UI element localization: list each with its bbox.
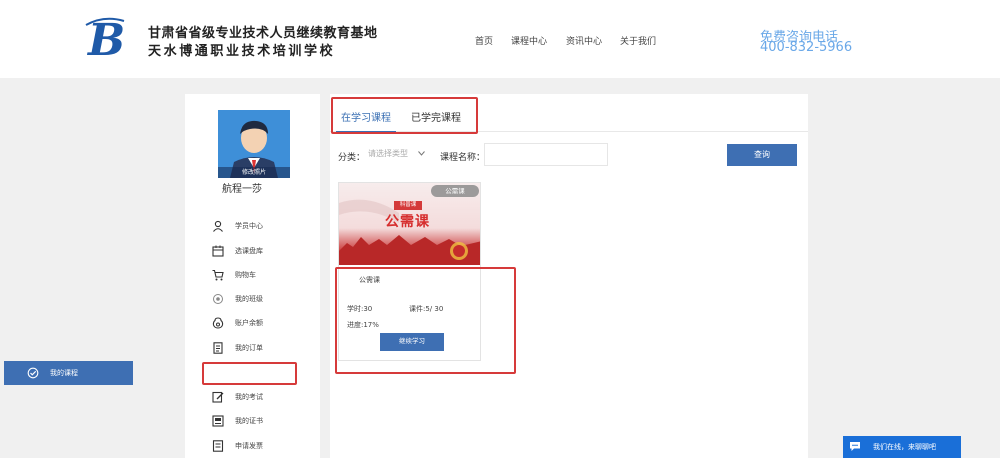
sidebar-item-my-class[interactable]: 我的班级: [185, 287, 320, 311]
nav-about[interactable]: 关于我们: [620, 34, 656, 47]
sidebar-item-exams[interactable]: 我的考试: [185, 385, 320, 409]
sidebar-item-invoice[interactable]: 申请发票: [185, 434, 320, 458]
sidebar-item-label: 我的考试: [235, 393, 263, 401]
sidebar-item-certificates[interactable]: 我的证书: [185, 409, 320, 433]
category-select[interactable]: 请选择类型: [366, 145, 428, 163]
logo-icon[interactable]: B: [84, 15, 128, 63]
nav-news[interactable]: 资讯中心: [566, 34, 602, 47]
course-headline: 公需课: [385, 214, 430, 230]
user-icon: [213, 220, 223, 232]
category-label: 分类：: [338, 153, 366, 163]
chat-label: 我们在线，来聊聊吧: [873, 443, 936, 451]
course-thumbnail[interactable]: 公需课 科普课 公需课: [339, 183, 480, 265]
order-icon: [213, 342, 223, 354]
chat-bubble-icon: [850, 442, 860, 451]
sidebar-item-label: 学员中心: [235, 222, 263, 230]
course-ribbon: 科普课: [394, 201, 422, 210]
menu-highlight-box: [202, 362, 297, 385]
exam-icon: [212, 391, 224, 403]
invoice-icon: [212, 440, 224, 452]
sidebar-item-label: 账户余额: [235, 319, 263, 327]
query-button[interactable]: 查询: [727, 144, 797, 166]
org-name-line2: 天水博通职业技术培训学校: [148, 44, 336, 59]
sidebar-item-label: 选课盘库: [235, 247, 263, 255]
sidebar-item-label: 我的课程: [50, 369, 78, 377]
course-type-badge: 公需课: [431, 185, 479, 197]
sidebar-item-cart[interactable]: 购物车: [185, 263, 320, 287]
tabs-highlight-box: [331, 97, 478, 134]
card-highlight-box: [335, 267, 516, 374]
course-icon: [27, 367, 39, 379]
sidebar-item-label: 购物车: [235, 271, 256, 279]
chevron-down-icon: [418, 151, 425, 156]
sidebar-item-label: 我的订单: [235, 344, 263, 352]
nav-courses[interactable]: 课程中心: [511, 34, 547, 47]
sidebar-item-label: 我的班级: [235, 295, 263, 303]
class-icon: [213, 294, 223, 304]
cart-icon: [212, 269, 224, 281]
category-select-value: 请选择类型: [368, 149, 408, 158]
avatar[interactable]: 修改照片: [218, 110, 290, 178]
course-name-input[interactable]: [484, 143, 608, 166]
phone-number: 400-832-5966: [760, 40, 853, 55]
avatar-edit-label[interactable]: 修改照片: [218, 167, 290, 178]
sidebar-item-course-select[interactable]: 选课盘库: [185, 239, 320, 263]
nav-home[interactable]: 首页: [475, 34, 493, 47]
sidebar-item-my-courses[interactable]: 我的课程: [4, 361, 133, 385]
org-name-line1: 甘肃省省级专业技术人员继续教育基地: [148, 26, 378, 41]
online-chat-widget[interactable]: 我们在线，来聊聊吧: [843, 436, 961, 458]
site-header: B 甘肃省省级专业技术人员继续教育基地 天水博通职业技术培训学校 首页 课程中心…: [0, 0, 1000, 78]
username: 航程一莎: [222, 184, 262, 195]
sidebar-item-balance[interactable]: 账户余额: [185, 311, 320, 335]
sidebar-item-label: 申请发票: [235, 442, 263, 450]
sidebar-item-label: 我的证书: [235, 417, 263, 425]
sidebar-item-orders[interactable]: 我的订单: [185, 336, 320, 360]
wallet-icon: [212, 317, 224, 329]
certificate-icon: [212, 415, 224, 427]
course-name-label: 课程名称：: [440, 153, 486, 163]
sidebar-item-student-center[interactable]: 学员中心: [185, 214, 320, 238]
calendar-icon: [212, 245, 224, 257]
